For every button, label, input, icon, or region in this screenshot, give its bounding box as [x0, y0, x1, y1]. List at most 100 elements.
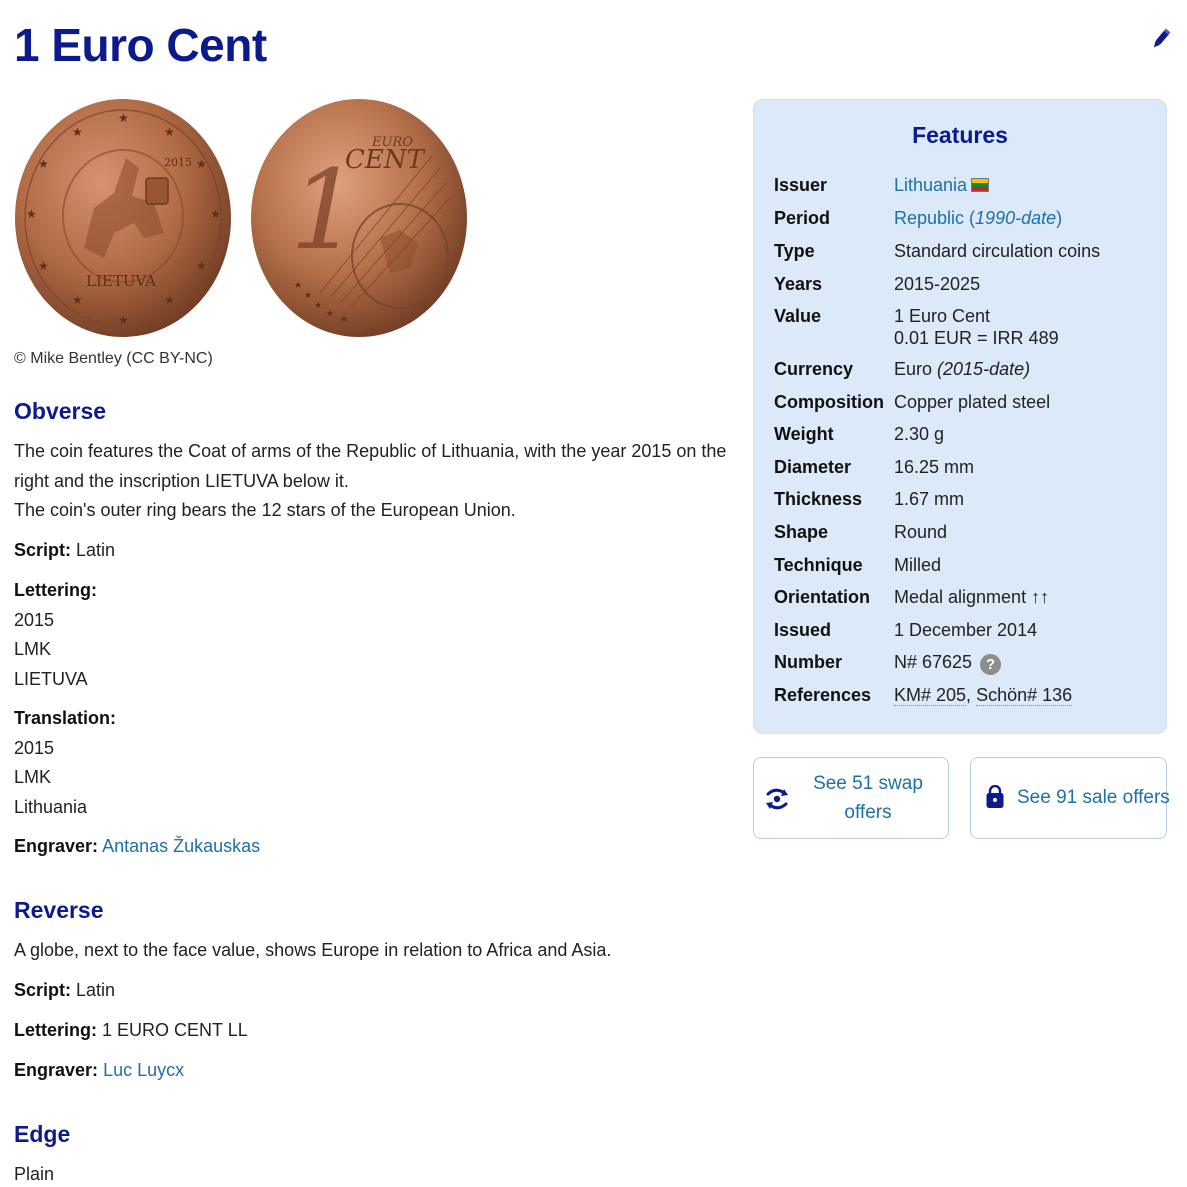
reverse-engraver: Engraver: Luc Luycx — [14, 1056, 184, 1086]
feature-label: Value — [774, 306, 822, 326]
feature-label: Issuer — [774, 175, 828, 195]
svg-text:★: ★ — [304, 291, 312, 301]
issuer-link[interactable]: Lithuania — [894, 175, 967, 195]
svg-text:★: ★ — [38, 157, 49, 171]
feature-label: Years — [774, 274, 823, 294]
obverse-description: The coin features the Coat of arms of th… — [14, 437, 726, 526]
period-link[interactable]: Republic (1990-date) — [894, 208, 1062, 228]
reverse-heading: Reverse — [14, 897, 104, 923]
engraver-label: Engraver: — [14, 1060, 99, 1080]
engraver-label: Engraver: — [14, 836, 99, 856]
help-icon[interactable]: ? — [980, 654, 1002, 675]
script-label: Script: — [14, 540, 72, 560]
svg-text:★: ★ — [164, 125, 175, 139]
feature-label: Period — [774, 208, 831, 228]
obverse-script: Script: Latin — [14, 536, 115, 566]
reverse-description: A globe, next to the face value, shows E… — [14, 940, 612, 960]
obverse-coin-image[interactable]: 2015 LIETUVA ★ ★ ★ ★ ★ ★ ★ ★ ★ ★ ★ ★ — [14, 98, 232, 338]
script-value: Latin — [76, 980, 116, 1000]
obverse-heading: Obverse — [14, 398, 107, 424]
feature-label: Weight — [774, 424, 834, 444]
feature-label: Issued — [774, 620, 832, 640]
swap-offers-label: See 51 swap offers — [813, 773, 923, 823]
svg-text:★: ★ — [72, 125, 83, 139]
reference-km[interactable]: KM# 205 — [894, 685, 967, 706]
lettering-line: LIETUVA — [14, 668, 88, 689]
reverse-script: Script: Latin — [14, 976, 115, 1006]
translation-line: Lithuania — [14, 796, 88, 817]
svg-text:★: ★ — [118, 313, 129, 327]
svg-text:★: ★ — [294, 281, 302, 291]
feature-label: Currency — [774, 359, 854, 379]
svg-text:LIETUVA: LIETUVA — [86, 272, 156, 290]
feature-value: N# 67625? — [894, 651, 1002, 675]
svg-text:★: ★ — [38, 259, 49, 273]
obverse-lettering: Lettering: 2015 LMK LIETUVA — [14, 576, 97, 694]
feature-value: Round — [894, 522, 948, 542]
page-title: 1 Euro Cent — [14, 19, 267, 71]
feature-label: Technique — [774, 555, 863, 575]
feature-value: Medal alignment ↑↑ — [894, 587, 1050, 607]
feature-value: 1 December 2014 — [894, 620, 1038, 640]
feature-label: References — [774, 685, 872, 705]
features-panel: Features Issuer Lithuania Period Republi… — [753, 99, 1167, 734]
engraver-link[interactable]: Luc Luycx — [103, 1060, 184, 1080]
translation-line: 2015 — [14, 737, 55, 758]
engraver-link[interactable]: Antanas Žukauskas — [102, 836, 260, 856]
lettering-label: Lettering: — [14, 1020, 97, 1040]
type-link[interactable]: Standard circulation coins — [894, 240, 1100, 262]
obverse-desc-line-1: The coin features the Coat of arms of th… — [14, 441, 727, 461]
shopping-bag-icon — [986, 785, 1004, 808]
reference-schon[interactable]: Schön# 136 — [976, 685, 1073, 706]
translation-label: Translation: — [14, 708, 117, 728]
svg-text:★: ★ — [26, 207, 37, 221]
technique-link[interactable]: Milled — [894, 554, 941, 576]
feature-label: Type — [774, 241, 815, 261]
svg-text:★: ★ — [340, 315, 348, 325]
swap-offers-button[interactable]: See 51 swap offers — [753, 757, 949, 839]
reverse-coin-image[interactable]: 1 EURO CENT ★★★ ★★ — [250, 98, 468, 338]
sale-offers-label: See 91 sale offers — [1017, 787, 1170, 808]
feature-value: 1.67 mm — [894, 489, 965, 509]
feature-value: 1 Euro Cent 0.01 EUR = IRR 489 — [894, 306, 1059, 348]
lettering-label: Lettering: — [14, 580, 97, 600]
feature-label: Shape — [774, 522, 829, 542]
svg-text:★: ★ — [164, 293, 175, 307]
feature-label: Thickness — [774, 489, 863, 509]
pencil-icon[interactable] — [1150, 26, 1172, 52]
lettering-line: 2015 — [14, 609, 55, 630]
feature-value: Euro (2015-date) — [894, 359, 1031, 379]
image-credit: © Mike Bentley (CC BY-NC) — [14, 350, 213, 367]
feature-label: Orientation — [774, 587, 871, 607]
feature-value: Copper plated steel — [894, 392, 1051, 412]
svg-text:★: ★ — [326, 309, 334, 319]
feature-label: Diameter — [774, 457, 852, 477]
lithuania-flag-icon — [971, 178, 990, 192]
edge-value: Plain — [14, 1164, 55, 1184]
script-label: Script: — [14, 980, 72, 1000]
feature-value: 16.25 mm — [894, 457, 975, 477]
features-heading: Features — [912, 122, 1008, 148]
feature-value: 2.30 g — [894, 424, 945, 444]
sale-offers-button[interactable]: See 91 sale offers — [970, 757, 1170, 839]
feature-label: Composition — [774, 392, 884, 412]
svg-text:2015: 2015 — [164, 156, 192, 169]
swap-icon — [766, 788, 788, 810]
svg-text:CENT: CENT — [345, 145, 426, 175]
script-value: Latin — [76, 540, 116, 560]
lettering-value: 1 EURO CENT LL — [102, 1020, 248, 1040]
svg-text:★: ★ — [314, 301, 322, 311]
obverse-desc-line-3: The coin's outer ring bears the 12 stars… — [14, 500, 516, 520]
feature-value: KM# 205, Schön# 136 — [894, 685, 1073, 706]
feature-value: 2015-2025 — [894, 274, 981, 294]
obverse-desc-line-2: right and the inscription LIETUVA below … — [14, 470, 349, 491]
svg-text:★: ★ — [196, 157, 207, 171]
reverse-lettering: Lettering: 1 EURO CENT LL — [14, 1016, 248, 1046]
obverse-translation: Translation: 2015 LMK Lithuania — [14, 704, 116, 822]
obverse-engraver: Engraver: Antanas Žukauskas — [14, 832, 260, 862]
svg-text:★: ★ — [196, 259, 207, 273]
translation-line: LMK — [14, 767, 52, 787]
svg-text:★: ★ — [210, 207, 221, 221]
svg-text:★: ★ — [72, 293, 83, 307]
lettering-line: LMK — [14, 639, 52, 659]
